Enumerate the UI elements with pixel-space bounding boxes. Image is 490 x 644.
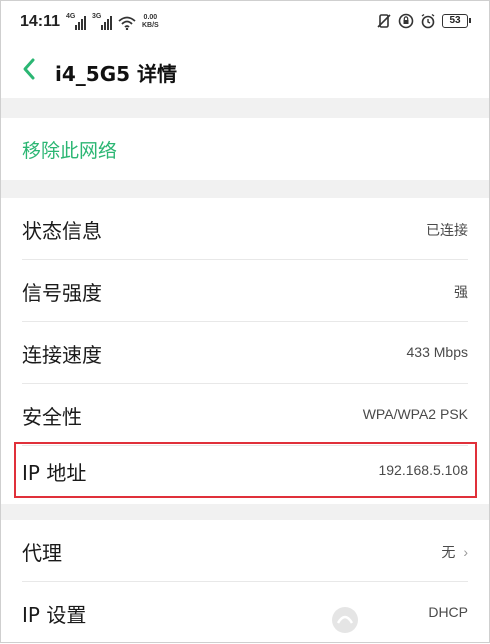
- app-header: i4_5G5 详情: [0, 46, 490, 98]
- detail-row-speed: 连接速度 433 Mbps: [0, 322, 490, 384]
- detail-label: 连接速度: [22, 343, 102, 367]
- highlight-box: [14, 442, 477, 498]
- sim2-network-type: 3G: [92, 13, 102, 20]
- watermark-logo: [330, 605, 482, 639]
- setting-value: 无: [441, 544, 456, 560]
- detail-row-signal: 信号强度 强: [0, 260, 490, 322]
- signal-sim2-icon: 3G: [92, 13, 112, 30]
- vibrate-off-icon: [377, 14, 391, 28]
- signal-sim1-icon: 4G: [66, 13, 86, 30]
- detail-value: WPA/WPA2 PSK: [362, 406, 468, 422]
- speed-value: 0.00: [143, 14, 158, 21]
- detail-value: 433 Mbps: [406, 344, 468, 360]
- speed-unit: KB/S: [142, 22, 159, 29]
- back-arrow-icon[interactable]: [20, 56, 40, 82]
- alarm-icon: [421, 13, 435, 29]
- status-time: 14:11: [20, 13, 61, 30]
- section-divider: [0, 504, 490, 520]
- setting-row-proxy[interactable]: 代理 无 ›: [0, 520, 490, 582]
- page-title: i4_5G5 详情: [55, 62, 177, 86]
- setting-label: IP 设置: [22, 603, 87, 627]
- lock-rotation-icon: [398, 13, 414, 29]
- detail-label: 信号强度: [22, 281, 102, 305]
- remove-network-label: 移除此网络: [22, 140, 118, 162]
- status-bar: 14:11 4G 3G 0.00 KB/S 53: [0, 0, 490, 46]
- detail-label: 状态信息: [22, 219, 102, 243]
- setting-label: 代理: [22, 541, 62, 565]
- remove-network-button[interactable]: 移除此网络: [0, 118, 490, 180]
- detail-value: 已连接: [426, 222, 468, 238]
- watermark-icon: [332, 607, 358, 633]
- detail-label: 安全性: [22, 405, 82, 429]
- section-divider: [0, 98, 490, 118]
- section-divider: [0, 180, 490, 198]
- detail-row-status: 状态信息 已连接: [0, 198, 490, 260]
- sim1-network-type: 4G: [66, 13, 76, 20]
- battery-icon: 53: [442, 14, 471, 28]
- wifi-icon: [118, 16, 136, 30]
- network-speed: 0.00 KB/S: [142, 14, 159, 30]
- detail-value: 强: [454, 284, 468, 300]
- status-right-icons: 53: [376, 13, 471, 29]
- chevron-right-icon: ›: [463, 544, 468, 560]
- detail-row-security: 安全性 WPA/WPA2 PSK: [0, 384, 490, 446]
- setting-value-wrap: 无 ›: [441, 542, 468, 562]
- status-left-icons: 4G 3G 0.00 KB/S: [66, 13, 159, 30]
